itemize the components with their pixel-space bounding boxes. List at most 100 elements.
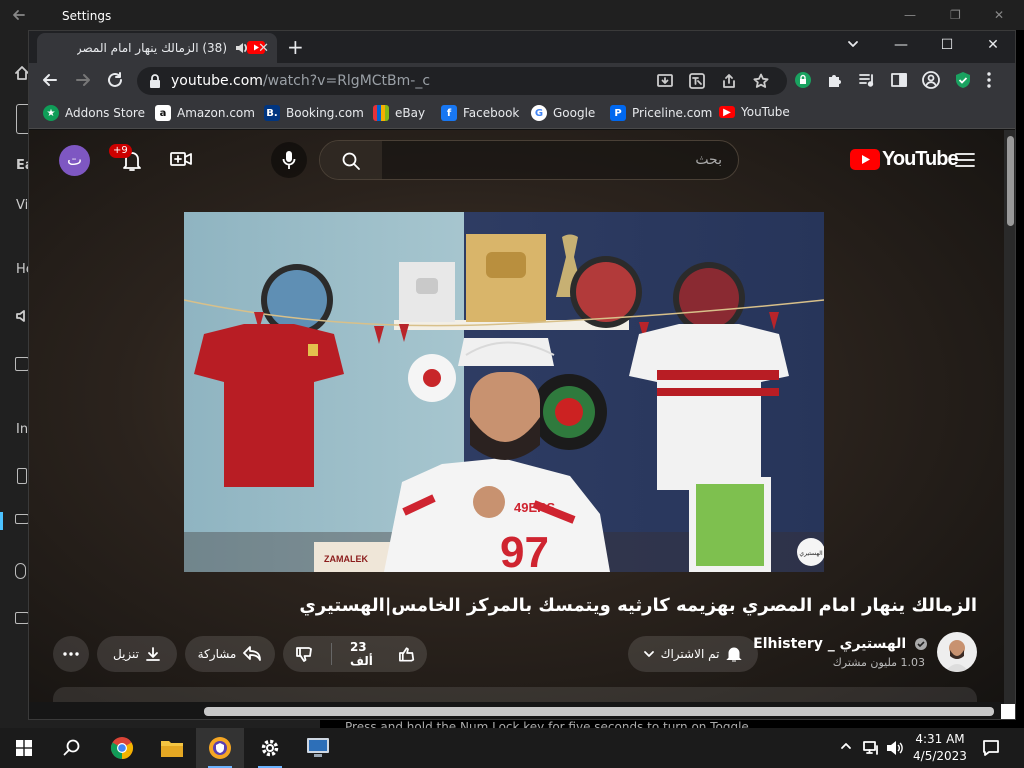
home-icon[interactable]	[15, 66, 29, 80]
share-icon[interactable]	[721, 73, 737, 89]
presenter-number: 97	[500, 528, 549, 572]
taskbar-settings[interactable]	[246, 728, 294, 768]
notifications-icon[interactable]	[982, 739, 1000, 757]
booking-icon: B.	[264, 105, 280, 121]
bookmark-label: Booking.com	[286, 106, 364, 120]
tab-close-icon[interactable]: ✕	[258, 41, 269, 56]
verified-icon	[915, 638, 927, 650]
download-icon	[146, 647, 160, 661]
priceline-icon: P	[610, 105, 626, 121]
address-bar[interactable]: youtube.com/watch?v=RlgMCtBm-_c	[137, 67, 787, 95]
speaker-icon	[15, 309, 29, 323]
chrome-icon	[111, 737, 133, 759]
side-panel-icon[interactable]	[890, 71, 908, 89]
forward-arrow-icon[interactable]	[74, 71, 92, 89]
tab-title: (38) الزمالك ينهار امام المصري	[77, 41, 227, 55]
taskbar-brave[interactable]	[196, 728, 244, 768]
bookmark-label: Priceline.com	[632, 106, 713, 120]
back-arrow-icon[interactable]	[41, 71, 59, 89]
close-icon[interactable]: ✕	[994, 8, 1004, 22]
bookmark-addons-store[interactable]: ★ Addons Store	[43, 105, 145, 121]
browser-toolbar: youtube.com/watch?v=RlgMCtBm-_c	[29, 63, 1015, 99]
tab-youtube[interactable]: (38) الزمالك ينهار امام المصري ✕	[37, 33, 277, 63]
video-player[interactable]: 49ERS 97 ZAMALEK الهستيري	[184, 212, 824, 572]
new-tab-button[interactable]: +	[287, 35, 304, 59]
translate-icon[interactable]	[689, 73, 705, 89]
facebook-icon: f	[441, 105, 457, 121]
bookmark-google[interactable]: G Google	[531, 105, 595, 121]
volume-icon[interactable]	[886, 740, 904, 756]
horizontal-scroll-thumb[interactable]	[204, 707, 994, 716]
security-extension-icon[interactable]	[954, 71, 972, 89]
download-button[interactable]: تنزيل	[97, 636, 177, 672]
minimize-icon[interactable]: —	[904, 8, 916, 22]
speaker-icon[interactable]	[235, 41, 249, 55]
taskbar-chrome[interactable]	[98, 728, 146, 768]
create-video-icon[interactable]	[170, 150, 192, 168]
extensions-puzzle-icon[interactable]	[826, 71, 844, 89]
lock-icon[interactable]	[149, 74, 161, 88]
vertical-scroll-thumb[interactable]	[1007, 136, 1014, 226]
network-icon[interactable]	[862, 740, 880, 756]
search-button[interactable]	[48, 728, 96, 768]
bell-icon	[726, 647, 743, 662]
install-icon[interactable]	[657, 73, 673, 89]
bookmark-youtube[interactable]: ▶ YouTube	[719, 105, 790, 119]
horizontal-scrollbar[interactable]	[29, 702, 1004, 719]
more-menu-icon[interactable]	[986, 71, 992, 89]
like-button[interactable]: 23 ألف	[338, 640, 427, 668]
vpn-extension-icon[interactable]	[794, 71, 812, 89]
minimize-icon[interactable]: —	[891, 37, 911, 53]
vertical-scrollbar[interactable]	[1004, 130, 1015, 719]
background-titlebar: — ❐ ✕	[320, 0, 1024, 30]
bookmark-priceline[interactable]: P Priceline.com	[610, 105, 712, 121]
taskbar-file-explorer[interactable]	[148, 728, 196, 768]
active-indicator	[0, 512, 3, 530]
search-input[interactable]	[390, 141, 730, 179]
close-icon[interactable]: ✕	[983, 37, 1003, 53]
share-button[interactable]: مشاركة	[185, 636, 275, 672]
more-horizontal-icon	[63, 652, 79, 656]
start-button[interactable]	[0, 728, 48, 768]
back-arrow-icon[interactable]	[12, 8, 26, 22]
search-button[interactable]	[320, 141, 382, 179]
profile-icon[interactable]	[922, 71, 940, 89]
url-text[interactable]: youtube.com/watch?v=RlgMCtBm-_c	[171, 73, 430, 89]
subscriber-count: 1.03 مليون مشترك	[832, 656, 925, 669]
keyboard-icon[interactable]	[15, 514, 29, 524]
channel-name[interactable]: الهستيري _ Elhistery	[753, 636, 927, 652]
bookmark-facebook[interactable]: f Facebook	[441, 105, 519, 121]
media-queue-icon[interactable]	[858, 71, 876, 89]
youtube-logo[interactable]: YouTube	[850, 148, 959, 171]
youtube-page: ت +9 YouTube	[29, 130, 1004, 719]
bookmark-ebay[interactable]: eBay	[373, 105, 425, 121]
account-avatar[interactable]: ت	[59, 145, 90, 176]
brave-shield-icon	[209, 737, 231, 759]
hamburger-menu-icon[interactable]	[955, 152, 975, 168]
folder-icon	[161, 741, 183, 757]
clock-time: 4:31 AM	[915, 732, 965, 746]
bookmarks-bar: ★ Addons Store a Amazon.com B. Booking.c…	[29, 99, 1015, 129]
tab-search-icon[interactable]	[846, 37, 866, 51]
google-icon: G	[531, 105, 547, 121]
restore-icon[interactable]: ❐	[950, 8, 961, 22]
system-clock[interactable]: 4:31 AM 4/5/2023	[910, 731, 970, 765]
bookmark-booking[interactable]: B. Booking.com	[264, 105, 364, 121]
more-actions-button[interactable]	[53, 636, 89, 672]
maximize-icon[interactable]: ☐	[937, 37, 957, 53]
taskbar-remote-desktop[interactable]	[294, 728, 342, 768]
bookmark-label: eBay	[395, 106, 426, 120]
bookmark-label: Facebook	[463, 106, 520, 120]
settings-title: Settings	[62, 9, 112, 23]
voice-search-button[interactable]	[271, 142, 307, 178]
channel-avatar[interactable]	[937, 632, 977, 672]
tab-strip: (38) الزمالك ينهار امام المصري ✕ + — ☐ ✕	[29, 31, 1015, 63]
reload-icon[interactable]	[106, 71, 124, 89]
show-hidden-icons-icon[interactable]	[840, 740, 852, 752]
subscribed-button[interactable]: تم الاشتراك	[628, 636, 758, 672]
dislike-button[interactable]	[283, 645, 325, 663]
search-icon	[63, 739, 80, 756]
bookmark-star-icon[interactable]	[753, 73, 769, 89]
youtube-logo-icon	[850, 149, 880, 170]
bookmark-amazon[interactable]: a Amazon.com	[155, 105, 255, 121]
